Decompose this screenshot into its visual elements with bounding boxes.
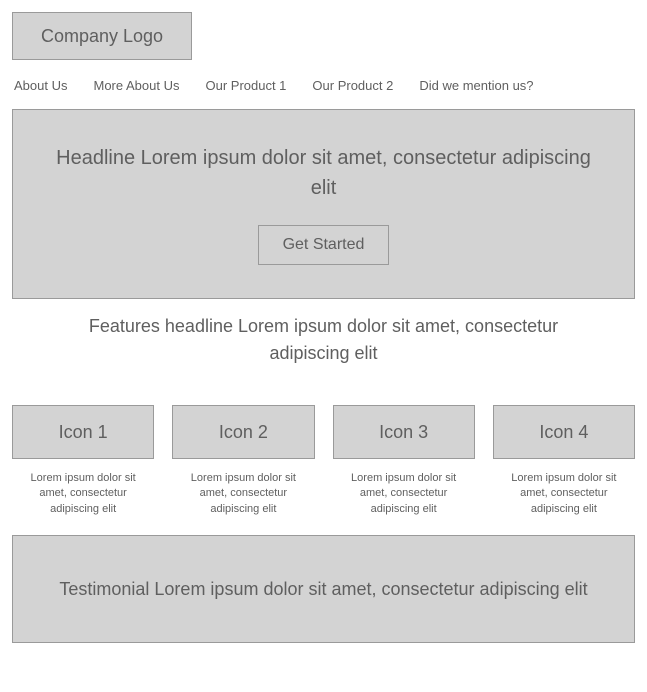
feature-1: Icon 1 Lorem ipsum dolor sit amet, conse… [12, 405, 154, 517]
feature-3: Icon 3 Lorem ipsum dolor sit amet, conse… [333, 405, 475, 517]
feature-icon-3: Icon 3 [333, 405, 475, 459]
feature-4-desc: Lorem ipsum dolor sit amet, consectetur … [493, 471, 635, 517]
feature-icon-1: Icon 1 [12, 405, 154, 459]
feature-2: Icon 2 Lorem ipsum dolor sit amet, conse… [172, 405, 314, 517]
features-headline: Features headline Lorem ipsum dolor sit … [12, 313, 635, 367]
nav-did-we-mention-us[interactable]: Did we mention us? [419, 78, 533, 93]
feature-icon-2: Icon 2 [172, 405, 314, 459]
nav-more-about-us[interactable]: More About Us [93, 78, 179, 93]
feature-4: Icon 4 Lorem ipsum dolor sit amet, conse… [493, 405, 635, 517]
hero-section: Headline Lorem ipsum dolor sit amet, con… [12, 109, 635, 299]
main-nav: About Us More About Us Our Product 1 Our… [12, 78, 635, 93]
nav-our-product-1[interactable]: Our Product 1 [205, 78, 286, 93]
company-logo: Company Logo [12, 12, 192, 60]
feature-icon-3-label: Icon 3 [379, 422, 428, 443]
feature-icon-2-label: Icon 2 [219, 422, 268, 443]
testimonial-section: Testimonial Lorem ipsum dolor sit amet, … [12, 535, 635, 643]
feature-1-desc: Lorem ipsum dolor sit amet, consectetur … [12, 471, 154, 517]
feature-3-desc: Lorem ipsum dolor sit amet, consectetur … [333, 471, 475, 517]
nav-about-us[interactable]: About Us [14, 78, 67, 93]
feature-icon-4-label: Icon 4 [539, 422, 588, 443]
hero-headline: Headline Lorem ipsum dolor sit amet, con… [53, 143, 594, 203]
feature-icon-4: Icon 4 [493, 405, 635, 459]
feature-icon-1-label: Icon 1 [59, 422, 108, 443]
features-row: Icon 1 Lorem ipsum dolor sit amet, conse… [12, 405, 635, 517]
feature-2-desc: Lorem ipsum dolor sit amet, consectetur … [172, 471, 314, 517]
nav-our-product-2[interactable]: Our Product 2 [312, 78, 393, 93]
get-started-button[interactable]: Get Started [258, 225, 390, 265]
logo-text: Company Logo [41, 26, 163, 47]
testimonial-text: Testimonial Lorem ipsum dolor sit amet, … [59, 576, 587, 603]
